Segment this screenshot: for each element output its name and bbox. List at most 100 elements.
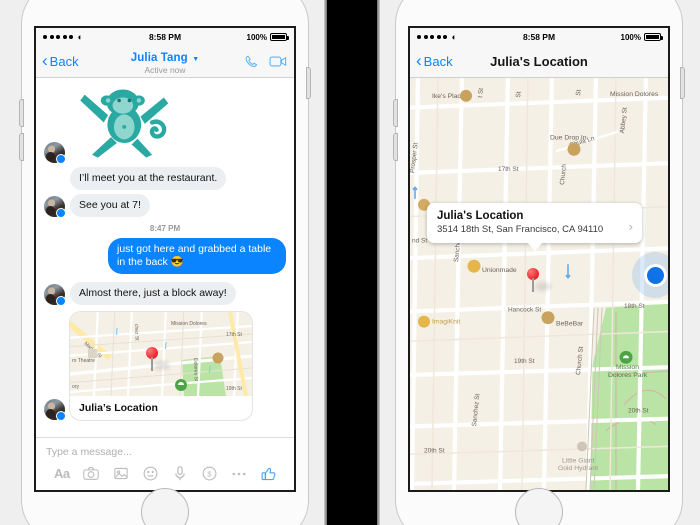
- message-row: Almost there, just a block away!: [36, 276, 294, 307]
- svg-text:17th St: 17th St: [226, 332, 242, 338]
- payment-button[interactable]: $: [195, 466, 225, 481]
- left-phone-frame: ◐ 8:58 PM 100% ‹ Back Julia Tang ▼ Activ…: [20, 0, 310, 525]
- status-battery-group: 100%: [247, 33, 289, 42]
- svg-text:Due Drop In: Due Drop In: [550, 134, 587, 141]
- svg-text:Hancock St: Hancock St: [508, 307, 541, 314]
- message-bubble[interactable]: Almost there, just a block away!: [70, 282, 236, 305]
- stickers-button[interactable]: [136, 466, 166, 481]
- message-bubble-outgoing[interactable]: just got here and grabbed a table in the…: [108, 238, 286, 274]
- right-phone-power[interactable]: [681, 68, 684, 98]
- back-button[interactable]: ‹ Back: [416, 50, 453, 70]
- message-input[interactable]: Type a message...: [36, 438, 294, 464]
- phone-icon[interactable]: [244, 54, 259, 69]
- message-row: See you at 7!: [36, 192, 294, 219]
- map-pin-icon[interactable]: [527, 268, 551, 292]
- left-phone-screen: ◐ 8:58 PM 100% ‹ Back Julia Tang ▼ Activ…: [34, 26, 296, 492]
- svg-text:19th St: 19th St: [514, 358, 535, 365]
- back-button[interactable]: ‹ Back: [42, 50, 79, 70]
- message-row: I’ll meet you at the restaurant.: [36, 165, 294, 192]
- camera-button[interactable]: [77, 467, 107, 480]
- composer-toolbar: Aa $: [36, 464, 294, 490]
- left-phone-volume-up[interactable]: [20, 100, 23, 126]
- battery-full-icon: [644, 33, 663, 41]
- right-phone-volume-down[interactable]: [394, 134, 397, 160]
- chevron-right-icon[interactable]: ›: [629, 219, 633, 234]
- svg-text:17th St: 17th St: [498, 166, 519, 173]
- location-card-label: Julia’s Location: [79, 402, 158, 414]
- message-timestamp: 8:47 PM: [149, 224, 181, 233]
- conversation-title: Julia Tang: [130, 52, 188, 64]
- message-thread[interactable]: I’ll meet you at the restaurant. See you…: [36, 78, 294, 433]
- svg-text:ro Theatre: ro Theatre: [72, 358, 95, 364]
- more-options-button[interactable]: [224, 470, 254, 478]
- left-nav-bar: ‹ Back Julia Tang ▼ Active now: [36, 46, 294, 78]
- back-button-label: Back: [49, 54, 79, 69]
- right-nav-bar: ‹ Back Julia's Location: [410, 46, 668, 78]
- svg-text:20th St: 20th St: [424, 447, 445, 454]
- battery-full-icon: [270, 33, 289, 41]
- svg-text:Gold Hydrant: Gold Hydrant: [558, 465, 598, 472]
- screenshot-stage: ◐ 8:58 PM 100% ‹ Back Julia Tang ▼ Activ…: [0, 0, 700, 525]
- svg-text:Little Giant: Little Giant: [562, 457, 595, 464]
- svg-text:ImagiKnit: ImagiKnit: [432, 319, 460, 326]
- right-phone-frame: ◐ 8:58 PM 100% ‹ Back Julia's Location P…: [394, 0, 684, 525]
- photo-library-button[interactable]: [106, 467, 136, 480]
- svg-text:ory: ory: [72, 384, 79, 390]
- left-nav-actions: [244, 54, 288, 69]
- svg-text:Mission Dolores: Mission Dolores: [610, 91, 659, 98]
- svg-text:BeBeBar: BeBeBar: [556, 321, 584, 328]
- right-phone-screen: ◐ 8:58 PM 100% ‹ Back Julia's Location P…: [408, 26, 670, 492]
- avatar[interactable]: [44, 284, 66, 306]
- message-row-map: Market St Mission Dolores 17th St Dolore…: [36, 307, 294, 422]
- svg-text:Dolores Park: Dolores Park: [608, 372, 648, 379]
- band-edge-right: [377, 0, 380, 525]
- battery-percent: 100%: [620, 32, 641, 42]
- message-row: [36, 82, 294, 165]
- background-black-band: [324, 0, 380, 525]
- avatar[interactable]: [44, 142, 66, 164]
- svg-text:Dolores St: Dolores St: [192, 358, 199, 382]
- left-phone-volume-down[interactable]: [20, 134, 23, 160]
- svg-text:Ike's Place: Ike's Place: [432, 93, 465, 100]
- svg-text:nd St: nd St: [412, 237, 427, 244]
- chevron-left-icon: ‹: [42, 50, 48, 70]
- right-status-bar: ◐ 8:58 PM 100%: [410, 28, 668, 46]
- svg-text:St: St: [575, 89, 583, 96]
- svg-text:20th St: 20th St: [628, 408, 649, 415]
- svg-text:Mission: Mission: [616, 364, 639, 371]
- text-format-button[interactable]: Aa: [47, 466, 77, 481]
- svg-text:t St: t St: [477, 87, 485, 98]
- message-bubble[interactable]: See you at 7!: [70, 194, 150, 217]
- message-bubble[interactable]: I’ll meet you at the restaurant.: [70, 167, 227, 190]
- back-button-label: Back: [423, 54, 453, 69]
- location-attachment-card[interactable]: Market St Mission Dolores 17th St Dolore…: [70, 312, 252, 420]
- callout-title: Julia's Location: [437, 210, 524, 222]
- svg-text:chez St: chez St: [133, 324, 140, 341]
- svg-text:St: St: [515, 91, 523, 98]
- thumbs-up-button[interactable]: [254, 466, 284, 481]
- avatar[interactable]: [44, 196, 66, 218]
- right-phone-volume-up[interactable]: [394, 100, 397, 126]
- voice-record-button[interactable]: [165, 466, 195, 481]
- teal-monkey-sticker: [70, 84, 180, 163]
- status-battery-group: 100%: [620, 32, 663, 42]
- callout-address: 3514 18th St, San Francisco, CA 94110: [437, 224, 604, 235]
- svg-text:Mission Dolores: Mission Dolores: [171, 321, 207, 327]
- blue-location-dot: [632, 252, 668, 298]
- map-pin-icon: [146, 347, 170, 371]
- chevron-down-icon: ▼: [192, 56, 200, 63]
- location-callout[interactable]: Julia's Location 3514 18th St, San Franc…: [427, 203, 642, 251]
- map-thumbnail[interactable]: Market St Mission Dolores 17th St Dolore…: [70, 312, 252, 396]
- message-row: just got here and grabbed a table in the…: [36, 236, 294, 276]
- video-camera-icon[interactable]: [269, 54, 288, 69]
- chevron-left-icon: ‹: [416, 50, 422, 70]
- svg-text:$: $: [207, 470, 212, 479]
- message-composer: Type a message... Aa $: [36, 437, 294, 490]
- band-edge-left: [324, 0, 327, 525]
- svg-text:19th St: 19th St: [226, 386, 242, 392]
- svg-text:Unionmade: Unionmade: [482, 267, 517, 274]
- left-phone-power[interactable]: [307, 68, 310, 98]
- left-status-bar: ◐ 8:58 PM 100%: [36, 28, 294, 46]
- full-map[interactable]: Prosper St t St St Chula Ln Abbey St 17t…: [410, 78, 668, 490]
- avatar[interactable]: [44, 399, 66, 421]
